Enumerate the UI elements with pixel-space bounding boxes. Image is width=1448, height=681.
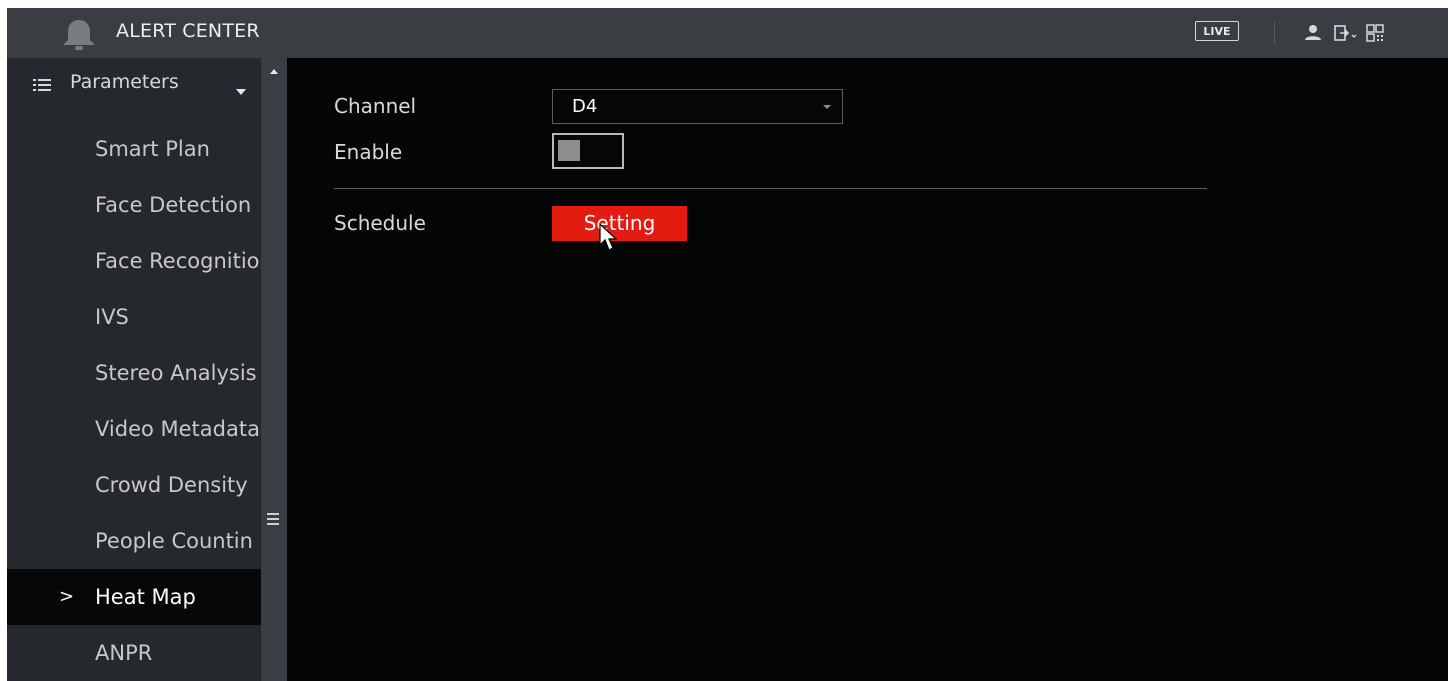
live-button[interactable]: LIVE [1195,21,1239,41]
sidebar-item-heat-map[interactable]: > Heat Map [7,569,261,625]
channel-value: D4 [572,96,598,117]
sidebar-section-parameters[interactable]: Parameters [7,58,261,113]
sidebar-item-face-recognition[interactable]: Face Recognitio [7,233,261,289]
sidebar-item-people-counting[interactable]: People Countin [7,513,261,569]
app-title: ALERT CENTER [116,20,260,42]
mouse-cursor-icon [599,223,617,251]
chevron-down-icon [236,89,246,95]
dropdown-arrow-icon [823,105,831,109]
sidebar-item-crowd-density[interactable]: Crowd Density [7,457,261,513]
sidebar-item-anpr[interactable]: ANPR [7,625,261,681]
enable-label: Enable [334,140,403,164]
schedule-label: Schedule [334,211,426,235]
sidebar-item-label: People Countin [95,529,253,553]
sidebar-item-stereo-analysis[interactable]: Stereo Analysis [7,345,261,401]
sidebar-item-label: Face Detection [95,193,252,217]
active-marker-icon: > [59,586,75,607]
sidebar-item-smart-plan[interactable]: Smart Plan [7,121,261,177]
sidebar-item-label: Crowd Density [95,473,248,497]
sidebar-section-label: Parameters [70,71,179,93]
scrollbar-grip-icon[interactable] [267,513,279,528]
bell-icon [63,20,95,50]
sidebar: Parameters Smart Plan Face Detection Fac… [7,58,261,681]
channel-select[interactable]: D4 [552,89,843,124]
sidebar-item-label: Video Metadata [95,417,260,441]
toggle-knob [558,140,580,161]
top-bar: ALERT CENTER LIVE [7,8,1448,58]
logout-icon[interactable] [1333,23,1359,43]
sidebar-item-face-detection[interactable]: Face Detection [7,177,261,233]
sidebar-item-label: ANPR [95,641,153,665]
sidebar-scrollbar[interactable] [261,58,287,681]
section-divider [334,188,1207,189]
user-icon[interactable] [1303,23,1323,43]
sidebar-item-label: Smart Plan [95,137,210,161]
sidebar-item-video-metadata[interactable]: Video Metadata [7,401,261,457]
scroll-up-icon[interactable] [269,68,279,75]
sidebar-item-label: IVS [95,305,129,329]
list-icon [33,79,51,91]
sidebar-item-label: Face Recognitio [95,249,260,273]
app-window: ALERT CENTER LIVE Parameters Smart Plan … [7,8,1448,681]
channel-label: Channel [334,94,417,118]
header-divider [1274,22,1275,44]
sidebar-item-label: Stereo Analysis [95,361,257,385]
sidebar-item-ivs[interactable]: IVS [7,289,261,345]
schedule-setting-button[interactable]: Setting [552,206,687,241]
enable-toggle[interactable] [552,133,624,169]
sidebar-item-label: Heat Map [95,585,196,609]
qr-code-icon[interactable] [1365,23,1385,43]
